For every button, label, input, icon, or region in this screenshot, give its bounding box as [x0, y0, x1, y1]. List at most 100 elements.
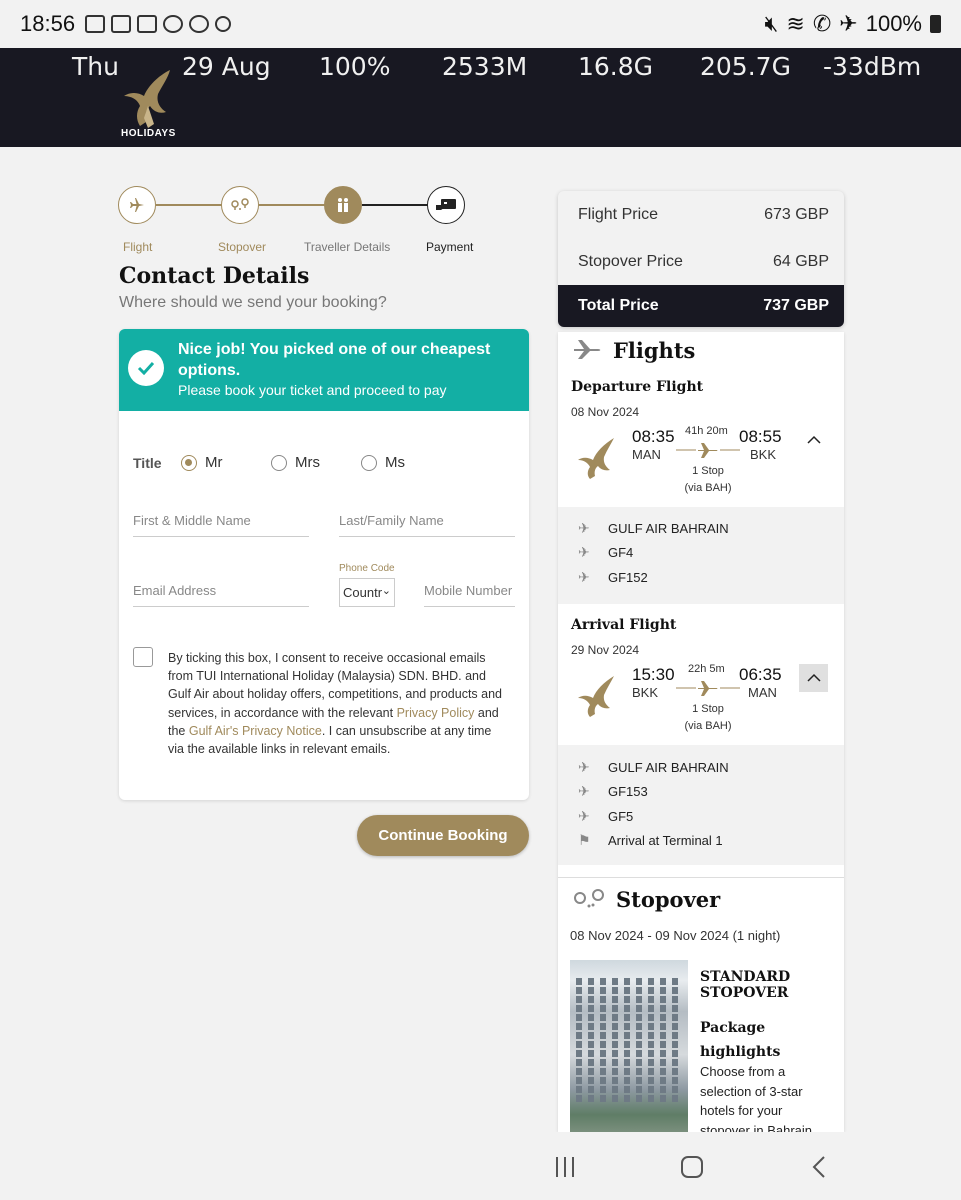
departure-airline-row: ✈ GULF AIR BAHRAIN: [578, 520, 729, 537]
departure-stops: 1 Stop: [692, 465, 724, 477]
back-button[interactable]: [805, 1152, 835, 1182]
departure-flight-heading: Departure Flight: [571, 379, 704, 395]
hotel-window: [636, 1095, 642, 1102]
back-icon: [812, 1156, 825, 1178]
status-notification-icons: [85, 15, 232, 33]
stat-total: 205.7G: [700, 52, 791, 81]
holidays-logo-text: HOLIDAYS: [121, 128, 176, 139]
hotel-window: [600, 1023, 606, 1030]
stat-storage: 16.8G: [578, 52, 654, 81]
flight-price-value: 673 GBP: [764, 205, 829, 223]
stat-signal: -33dBm: [823, 52, 922, 81]
title-radio-mrs[interactable]: Mrs: [271, 454, 361, 471]
gulf-air-privacy-notice-link[interactable]: Gulf Air's Privacy Notice: [189, 724, 322, 738]
hotel-window: [600, 1005, 606, 1012]
arrival-via: (via BAH): [684, 720, 732, 732]
arrival-date: 29 Nov 2024: [571, 643, 640, 657]
payment-icon: [436, 199, 456, 210]
hotel-window: [660, 1068, 666, 1075]
hotel-window: [672, 987, 678, 994]
departure-flight-number: GF152: [608, 570, 648, 585]
hotel-window: [636, 1086, 642, 1093]
flights-section-title: Flights: [613, 338, 696, 363]
hotel-window: [576, 1050, 582, 1057]
chevron-up-icon: [806, 673, 821, 682]
hotel-window: [624, 1095, 630, 1102]
hotel-window: [624, 1023, 630, 1030]
hotel-window: [648, 1077, 654, 1084]
step-traveller-details[interactable]: [324, 186, 362, 224]
hotel-window: [576, 1086, 582, 1093]
travellers-icon: [338, 198, 348, 212]
step-stopover[interactable]: [221, 186, 259, 224]
section-divider: [558, 877, 844, 878]
phone-code-select[interactable]: Countr ⌄: [339, 578, 395, 607]
collapse-departure-button[interactable]: [799, 426, 828, 454]
collapse-arrival-button[interactable]: [799, 664, 828, 692]
departure-via: (via BAH): [684, 482, 732, 494]
arrival-flight-row: ✈ GF153: [578, 783, 648, 800]
status-right: 🔇︎ ≋ ✆ ✈ 100%: [765, 11, 941, 37]
cheapest-option-banner: Nice job! You picked one of our cheapest…: [119, 329, 529, 411]
title-radio-mr[interactable]: Mr: [181, 454, 271, 471]
mobile-number-field[interactable]: Mobile Number: [424, 583, 515, 607]
title-label: Title: [133, 454, 162, 471]
hotel-window: [576, 1068, 582, 1075]
hotel-window: [648, 1014, 654, 1021]
hotel-window: [576, 1005, 582, 1012]
last-name-field[interactable]: Last/Family Name: [339, 513, 515, 537]
departure-airline: GULF AIR BAHRAIN: [608, 521, 729, 536]
arrival-dep-code: BKK: [632, 685, 659, 700]
hotel-window: [600, 1059, 606, 1066]
radio-icon: [271, 454, 287, 471]
terminal-icon: ⚑: [578, 832, 591, 848]
hotel-window: [612, 1059, 618, 1066]
departure-details: ✈ GULF AIR BAHRAIN ✈ GF4 ✈ GF152: [558, 507, 844, 604]
home-button[interactable]: [677, 1152, 707, 1182]
step-flight[interactable]: [118, 186, 156, 224]
hotel-window: [612, 1032, 618, 1039]
privacy-policy-link[interactable]: Privacy Policy: [397, 706, 475, 720]
hotel-window: [648, 1041, 654, 1048]
hotel-window: [576, 1041, 582, 1048]
title-radio-ms[interactable]: Ms: [361, 454, 451, 471]
recent-apps-button[interactable]: [550, 1152, 580, 1182]
hotel-window: [576, 1023, 582, 1030]
map-pin-icon: [231, 198, 249, 210]
hotel-window: [624, 996, 630, 1003]
stopover-price-label: Stopover Price: [578, 252, 683, 270]
hotel-window: [672, 996, 678, 1003]
checkmark-icon: [128, 350, 164, 386]
hotel-window: [612, 1095, 618, 1102]
hotel-window: [672, 1050, 678, 1057]
hotel-window: [612, 1014, 618, 1021]
package-highlights-heading: Package highlights: [700, 1020, 781, 1060]
recent-apps-icon: [556, 1157, 574, 1177]
consent-checkbox[interactable]: [133, 647, 153, 667]
hotel-window: [672, 1077, 678, 1084]
email-field[interactable]: Email Address: [133, 583, 309, 607]
hotel-window: [636, 1050, 642, 1057]
continue-booking-button[interactable]: Continue Booking: [357, 815, 529, 856]
hotel-window: [588, 1068, 594, 1075]
arrival-arr-code: MAN: [748, 685, 777, 700]
phone-code-value: Countr: [343, 585, 383, 600]
hotel-window: [588, 1032, 594, 1039]
hotel-window: [660, 996, 666, 1003]
consent-text: By ticking this box, I consent to receiv…: [168, 649, 508, 758]
hotel-window: [576, 996, 582, 1003]
hotel-window: [624, 1086, 630, 1093]
hotel-window: [624, 1005, 630, 1012]
flight-route-icon: [676, 443, 740, 458]
title-selector: Title Mr Mrs Ms: [133, 454, 451, 471]
hotel-window: [600, 1032, 606, 1039]
hotel-window: [612, 1050, 618, 1057]
hotel-window: [672, 1095, 678, 1102]
hotel-window: [648, 1086, 654, 1093]
hotel-window: [588, 1005, 594, 1012]
step-payment[interactable]: [427, 186, 465, 224]
hotel-window: [612, 1086, 618, 1093]
first-name-field[interactable]: First & Middle Name: [133, 513, 309, 537]
hotel-window: [660, 1032, 666, 1039]
hotel-window: [612, 978, 618, 985]
